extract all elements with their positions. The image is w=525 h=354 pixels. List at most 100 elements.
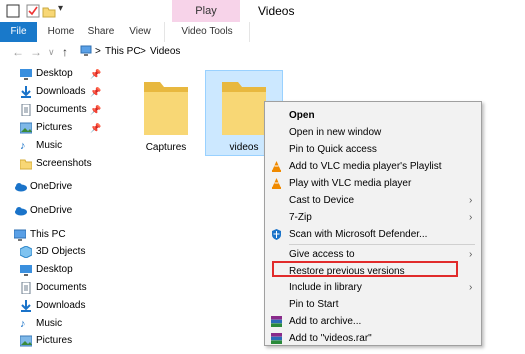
- address-separator-icon: >: [95, 46, 101, 57]
- desktop-icon: [20, 68, 32, 80]
- up-arrow-icon[interactable]: ↑: [62, 44, 68, 60]
- sidebar-item-music[interactable]: ♪ Music: [0, 315, 110, 333]
- pin-icon: 📌: [90, 87, 102, 97]
- menu-item-pin-to-start[interactable]: Pin to Start: [265, 296, 481, 313]
- music-icon: ♪: [20, 140, 26, 152]
- sidebar-item-label: OneDrive: [30, 205, 73, 216]
- sidebar-item-pictures[interactable]: Pictures 📌: [0, 119, 110, 137]
- menu-item-open[interactable]: Open: [265, 107, 481, 124]
- vlc-icon: [271, 178, 282, 189]
- menu-item-label: 7-Zip: [289, 212, 312, 223]
- sidebar-item-desktop[interactable]: Desktop 📌: [0, 65, 110, 83]
- sidebar-item-label: Music: [36, 140, 63, 151]
- cloud-icon: [14, 181, 27, 193]
- folder-videos[interactable]: videos: [218, 76, 270, 153]
- tab-play-contextual: Play: [172, 0, 240, 22]
- sidebar-item-downloads[interactable]: Downloads: [0, 297, 110, 315]
- breadcrumb-this-pc[interactable]: This PC: [105, 46, 141, 57]
- sidebar-item-desktop[interactable]: Desktop: [0, 261, 110, 279]
- menu-item-label: Pin to Start: [289, 299, 339, 310]
- sidebar-item-label: Desktop: [36, 68, 73, 79]
- back-arrow-icon[interactable]: ←: [12, 44, 24, 60]
- menu-separator: [289, 244, 475, 245]
- folder-icon: [19, 158, 33, 170]
- pin-icon: 📌: [90, 69, 102, 79]
- pictures-icon: [19, 335, 33, 347]
- explorer-icon: [6, 4, 20, 18]
- sidebar-item-label: Desktop: [36, 264, 73, 275]
- sidebar-item-downloads[interactable]: Downloads 📌: [0, 83, 110, 101]
- address-separator-icon: >: [140, 46, 146, 57]
- documents-icon: [20, 103, 32, 117]
- quick-access-dropdown-icon[interactable]: ▾: [58, 3, 63, 14]
- tab-view[interactable]: View: [126, 22, 154, 42]
- sidebar-item-music[interactable]: ♪ Music: [0, 137, 110, 155]
- tab-share[interactable]: Share: [86, 22, 116, 42]
- folder-icon: [144, 82, 188, 135]
- pin-icon: 📌: [90, 123, 102, 133]
- winrar-icon: [271, 316, 282, 327]
- winrar-icon: [271, 333, 282, 344]
- menu-item-add-to-archive[interactable]: Add to archive...: [265, 313, 481, 330]
- submenu-arrow-icon: ›: [469, 212, 473, 223]
- sidebar-item-onedrive[interactable]: OneDrive: [0, 202, 110, 220]
- menu-item-label: Scan with Microsoft Defender...: [289, 229, 428, 240]
- menu-item-label: Add to "videos.rar": [289, 333, 372, 344]
- ribbon-tab-bar: [0, 22, 525, 43]
- tab-file[interactable]: File: [0, 22, 37, 42]
- menu-item-label: Open in new window: [289, 127, 382, 138]
- menu-item-open-new-window[interactable]: Open in new window: [265, 124, 481, 141]
- forward-arrow-icon[interactable]: →: [30, 44, 42, 60]
- sidebar-item-onedrive[interactable]: OneDrive: [0, 178, 110, 196]
- sidebar-item-3d-objects[interactable]: 3D Objects: [0, 243, 110, 261]
- menu-item-play-vlc[interactable]: Play with VLC media player: [265, 175, 481, 192]
- objects-3d-icon: [19, 245, 33, 259]
- menu-item-label: Cast to Device: [289, 195, 355, 206]
- properties-icon[interactable]: [26, 4, 40, 18]
- menu-item-include-in-library[interactable]: Include in library ›: [265, 279, 481, 296]
- submenu-arrow-icon: ›: [469, 195, 473, 206]
- recent-locations-icon[interactable]: ∨: [48, 44, 55, 60]
- folder-captures[interactable]: Captures: [140, 76, 192, 153]
- menu-item-add-to-videos-rar[interactable]: Add to "videos.rar": [265, 330, 481, 347]
- sidebar-item-this-pc[interactable]: This PC: [0, 226, 110, 244]
- menu-item-vlc-playlist[interactable]: Add to VLC media player's Playlist: [265, 158, 481, 175]
- folder-label: Captures: [145, 142, 187, 153]
- sidebar-item-label: Music: [36, 318, 63, 329]
- pin-icon: 📌: [90, 105, 102, 115]
- sidebar-item-label: Pictures: [36, 335, 73, 346]
- sidebar-item-pictures[interactable]: Pictures: [0, 332, 110, 350]
- sidebar-item-documents[interactable]: Documents 📌: [0, 101, 110, 119]
- breadcrumb-videos[interactable]: Videos: [150, 46, 180, 57]
- folder-icon: [222, 82, 266, 135]
- music-icon: ♪: [20, 318, 26, 330]
- pictures-icon: [19, 122, 33, 134]
- sidebar-item-documents[interactable]: Documents: [0, 279, 110, 297]
- menu-item-cast-to-device[interactable]: Cast to Device ›: [265, 192, 481, 209]
- menu-item-scan-defender[interactable]: Scan with Microsoft Defender...: [265, 226, 481, 243]
- context-menu: Open Open in new window Pin to Quick acc…: [264, 101, 482, 346]
- menu-item-label: Add to archive...: [289, 316, 362, 327]
- this-pc-icon: [80, 45, 92, 60]
- tab-home[interactable]: Home: [44, 22, 78, 42]
- this-pc-icon: [13, 229, 27, 241]
- download-icon: [20, 86, 32, 98]
- tab-video-tools[interactable]: Video Tools: [164, 22, 250, 42]
- menu-item-pin-quick-access[interactable]: Pin to Quick access: [265, 141, 481, 158]
- menu-item-label: Open: [289, 110, 315, 121]
- sidebar-item-label: 3D Objects: [36, 246, 86, 257]
- submenu-arrow-icon: ›: [469, 282, 473, 293]
- sidebar-item-label: Screenshots: [36, 158, 92, 169]
- window-title: Videos: [258, 4, 295, 18]
- navigation-bar: [0, 42, 525, 62]
- sidebar-item-label: OneDrive: [30, 181, 73, 192]
- sidebar-item-screenshots[interactable]: Screenshots: [0, 155, 110, 173]
- sidebar-item-label: This PC: [30, 229, 66, 240]
- sidebar-item-label: Downloads: [36, 86, 86, 97]
- menu-item-7zip[interactable]: 7-Zip ›: [265, 209, 481, 226]
- sidebar-item-label: Pictures: [36, 122, 73, 133]
- documents-icon: [20, 281, 32, 295]
- new-folder-icon[interactable]: [42, 4, 56, 18]
- sidebar-item-label: Documents: [36, 282, 87, 293]
- menu-item-label: Play with VLC media player: [289, 178, 412, 189]
